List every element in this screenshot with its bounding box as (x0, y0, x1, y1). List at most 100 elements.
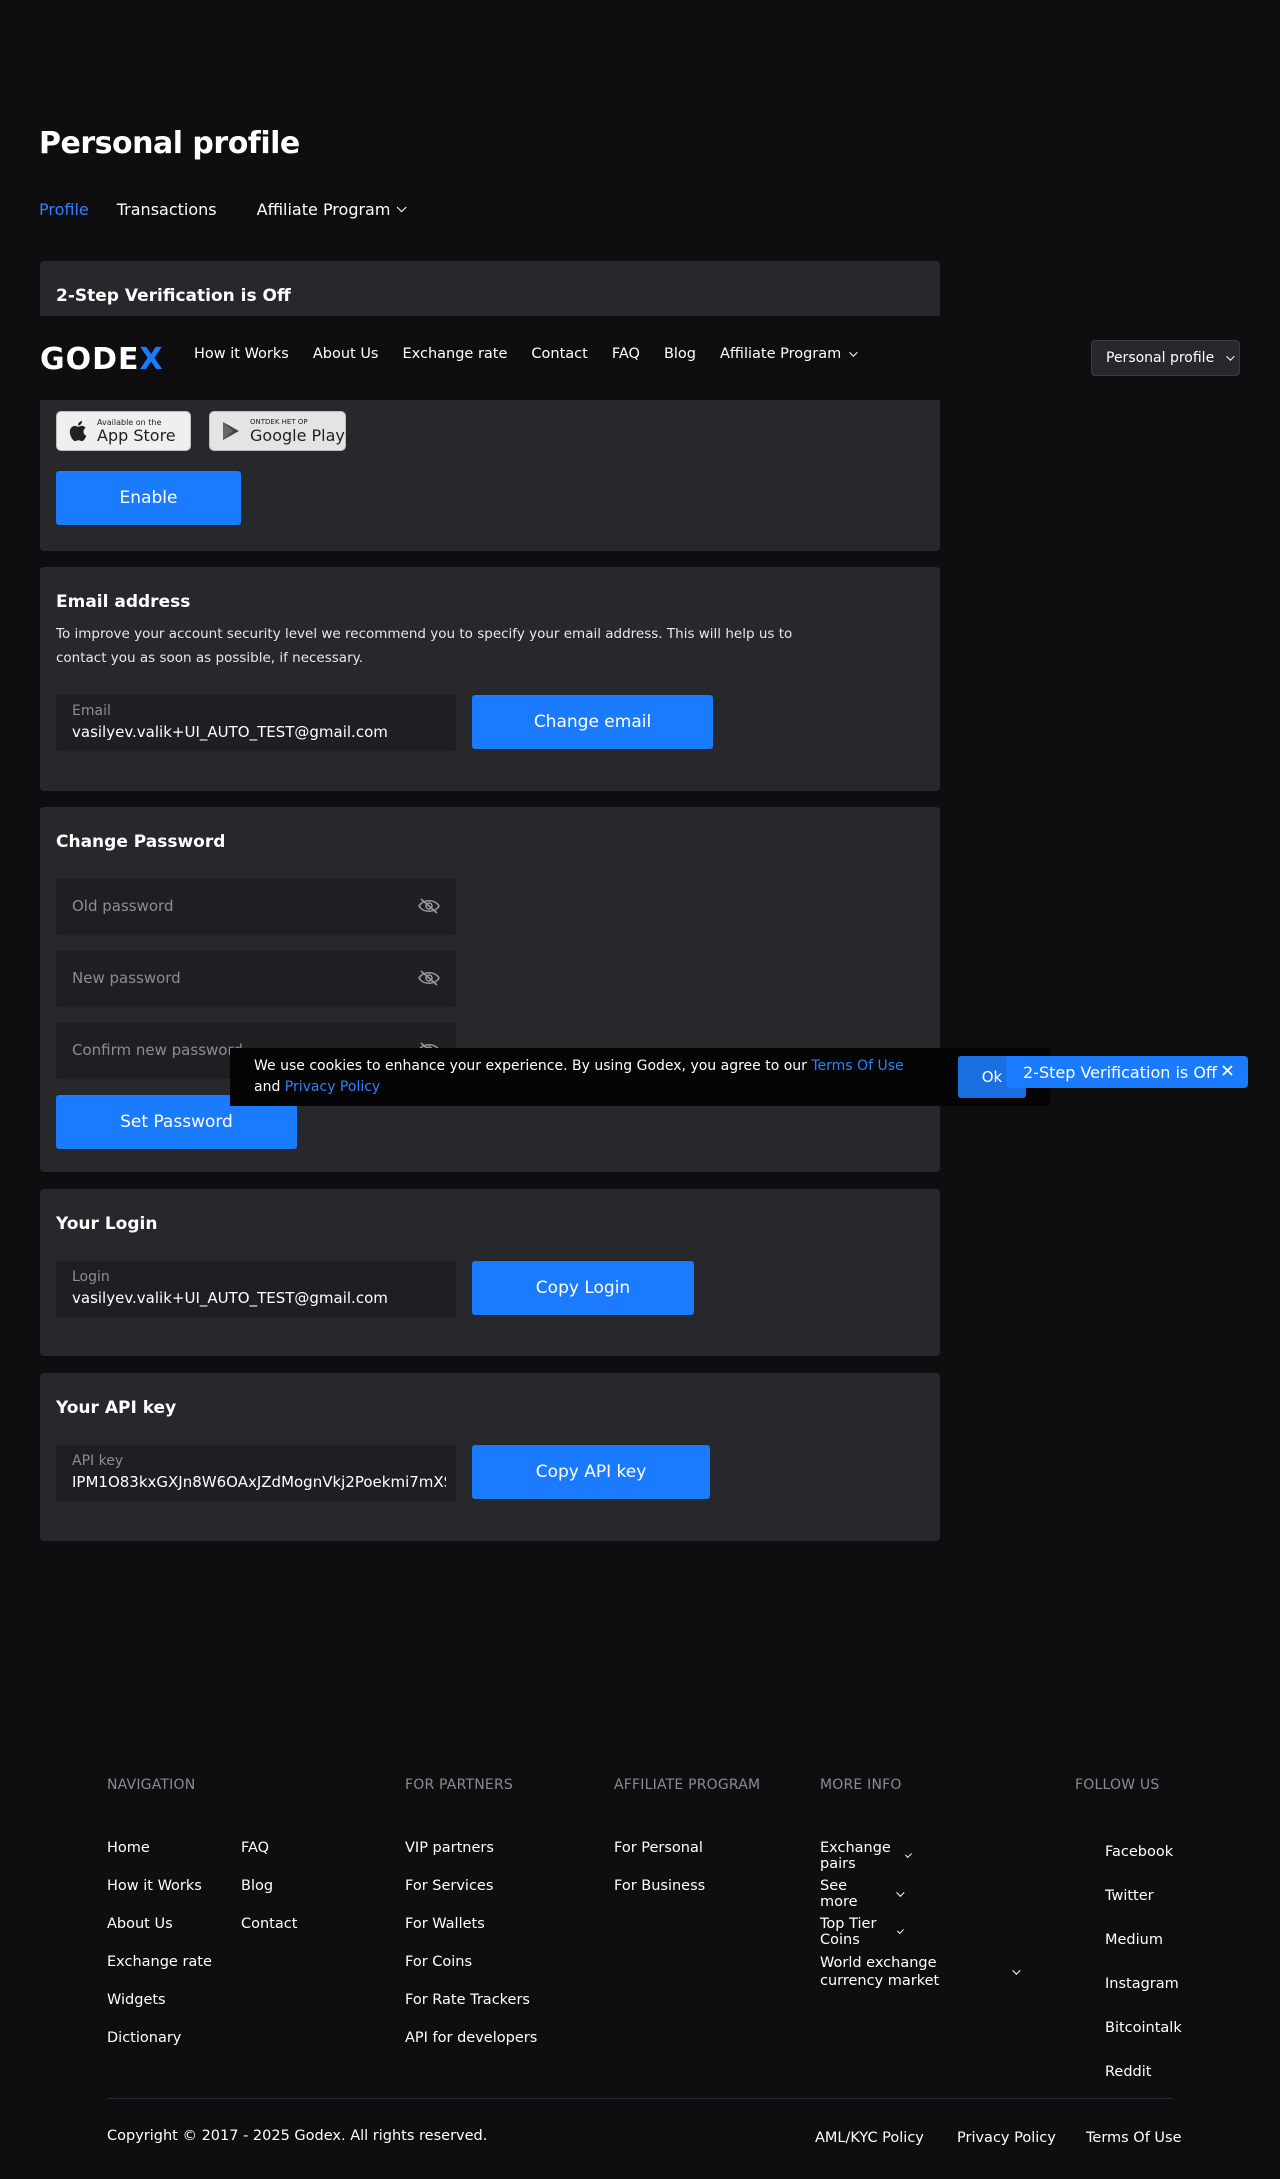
email-field[interactable]: Email vasilyev.valik+UI_AUTO_TEST@gmail.… (56, 695, 456, 751)
app-store-badge[interactable]: Available on the App Store (56, 411, 191, 451)
exchange-pairs-label: Exchange pairs (820, 1840, 891, 1872)
footer-link-for-rate-trackers[interactable]: For Rate Trackers (405, 1992, 530, 2008)
nav-exchange-rate[interactable]: Exchange rate (403, 346, 508, 362)
footer-link-api-developers[interactable]: API for developers (405, 2030, 537, 2046)
footer-follow-us: FOLLOW US Facebook Twitter Medium Instag… (1075, 1777, 1182, 2080)
footer-divider (107, 2098, 1173, 2099)
footer-link-dictionary[interactable]: Dictionary (107, 2030, 181, 2046)
footer-link-for-personal[interactable]: For Personal (614, 1840, 703, 1856)
footer-link-about-us[interactable]: About Us (107, 1916, 173, 1932)
chevron-down-icon (1012, 1966, 1021, 1975)
email-field-label: Email (72, 703, 111, 719)
profile-dropdown-label: Personal profile (1106, 350, 1215, 366)
footer-link-vip-partners[interactable]: VIP partners (405, 1840, 494, 1856)
login-field[interactable]: Login vasilyev.valik+UI_AUTO_TEST@gmail.… (56, 1261, 456, 1317)
nav-how-it-works[interactable]: How it Works (194, 346, 289, 362)
footer-link-facebook[interactable]: Facebook (1105, 1844, 1173, 1860)
api-key-field-value: IPM1O83kxGXJn8W6OAxJZdMognVkj2Poekmi7mXS… (72, 1473, 446, 1491)
cookie-terms-link[interactable]: Terms Of Use (811, 1058, 903, 1074)
world-exchange-label: World exchange currency market (820, 1955, 940, 1989)
nav-contact[interactable]: Contact (531, 346, 587, 362)
cookie-privacy-link[interactable]: Privacy Policy (285, 1079, 380, 1095)
change-password-card: Change Password Old password New passwor… (40, 807, 940, 1172)
chevron-down-icon (896, 1888, 905, 1897)
email-description: To improve your account security level w… (56, 626, 793, 666)
personal-profile-dropdown[interactable]: Personal profile (1091, 340, 1240, 376)
main-nav: How it Works About Us Exchange rate Cont… (194, 346, 879, 362)
footer-exchange-pairs-dropdown[interactable]: Exchange pairs (820, 1840, 912, 1872)
api-key-field[interactable]: API key IPM1O83kxGXJn8W6OAxJZdMognVkj2Po… (56, 1445, 456, 1501)
footer-partners-heading: FOR PARTNERS (405, 1777, 513, 1793)
confirm-password-placeholder: Confirm new password (72, 1041, 243, 1059)
cookie-text-main: We use cookies to enhance your experienc… (254, 1058, 812, 1074)
logo-main-text: GODE (40, 342, 140, 377)
footer-link-instagram[interactable]: Instagram (1105, 1976, 1179, 1992)
footer-follow-heading: FOLLOW US (1075, 1777, 1160, 1793)
api-key-title: Your API key (56, 1398, 177, 1418)
copy-api-key-button[interactable]: Copy API key (472, 1445, 710, 1499)
footer-link-aml-kyc[interactable]: AML/KYC Policy (815, 2130, 924, 2146)
google-play-big-text: Google Play (250, 426, 345, 445)
old-password-input[interactable]: Old password (56, 879, 456, 935)
close-icon[interactable] (1221, 1064, 1234, 1077)
godex-logo[interactable]: GODEX (40, 342, 164, 377)
nav-affiliate-program[interactable]: Affiliate Program (720, 346, 858, 362)
tab-affiliate-program[interactable]: Affiliate Program (257, 200, 408, 219)
new-password-input[interactable]: New password (56, 951, 456, 1007)
footer-link-faq[interactable]: FAQ (241, 1840, 269, 1856)
footer-more-info-heading: MORE INFO (820, 1777, 902, 1793)
api-key-card: Your API key API key IPM1O83kxGXJn8W6OAx… (40, 1373, 940, 1541)
two-step-title: 2-Step Verification is Off (56, 286, 291, 306)
site-header: GODEX How it Works About Us Exchange rat… (0, 316, 1280, 400)
cookie-text: We use cookies to enhance your experienc… (254, 1056, 934, 1098)
footer-link-contact[interactable]: Contact (241, 1916, 297, 1932)
footer-link-exchange-rate[interactable]: Exchange rate (107, 1954, 212, 1970)
eye-slash-icon[interactable] (418, 969, 440, 987)
nav-about-us[interactable]: About Us (313, 346, 379, 362)
login-field-value: vasilyev.valik+UI_AUTO_TEST@gmail.com (72, 1289, 388, 1307)
footer-link-how-it-works[interactable]: How it Works (107, 1878, 202, 1894)
tab-profile[interactable]: Profile (39, 200, 89, 219)
footer-link-for-business[interactable]: For Business (614, 1878, 705, 1894)
change-email-button[interactable]: Change email (472, 695, 713, 749)
footer-link-for-wallets[interactable]: For Wallets (405, 1916, 485, 1932)
enable-2fa-button[interactable]: Enable (56, 471, 241, 525)
google-play-badge[interactable]: ONTDEK HET OP Google Play (209, 411, 346, 451)
footer-link-home[interactable]: Home (107, 1840, 150, 1856)
nav-blog[interactable]: Blog (664, 346, 696, 362)
copy-login-button[interactable]: Copy Login (472, 1261, 694, 1315)
logo-accent-text: X (139, 342, 164, 377)
your-login-card: Your Login Login vasilyev.valik+UI_AUTO_… (40, 1189, 940, 1356)
google-play-icon (223, 422, 239, 440)
footer-link-privacy-policy[interactable]: Privacy Policy (957, 2130, 1056, 2146)
footer-link-for-services[interactable]: For Services (405, 1878, 493, 1894)
footer-link-medium[interactable]: Medium (1105, 1932, 1163, 1948)
footer-link-bitcointalk[interactable]: Bitcointalk (1105, 2020, 1182, 2036)
footer-link-blog[interactable]: Blog (241, 1878, 273, 1894)
login-field-label: Login (72, 1269, 110, 1285)
footer-see-more-dropdown[interactable]: See more (820, 1878, 905, 1910)
tab-transactions[interactable]: Transactions (117, 200, 217, 219)
footer-navigation: NAVIGATION Home How it Works About Us Ex… (107, 1777, 297, 2046)
footer-world-exchange-dropdown[interactable]: World exchange currency market (820, 1954, 1025, 1990)
footer-link-terms-of-use[interactable]: Terms Of Use (1086, 2130, 1182, 2146)
footer-link-reddit[interactable]: Reddit (1105, 2064, 1151, 2080)
nav-faq[interactable]: FAQ (612, 346, 640, 362)
footer-more-info: MORE INFO Exchange pairs See more Top Ti… (820, 1777, 1021, 1989)
footer-top-tier-coins-dropdown[interactable]: Top Tier Coins (820, 1916, 905, 1948)
eye-slash-icon[interactable] (418, 897, 440, 915)
footer-link-twitter[interactable]: Twitter (1105, 1888, 1154, 1904)
old-password-placeholder: Old password (72, 897, 174, 915)
footer-link-for-coins[interactable]: For Coins (405, 1954, 472, 1970)
footer-affiliate: AFFILIATE PROGRAM For Personal For Busin… (614, 1777, 761, 1894)
see-more-label: See more (820, 1878, 858, 1910)
footer-affiliate-heading: AFFILIATE PROGRAM (614, 1777, 761, 1793)
nav-affiliate-label: Affiliate Program (720, 346, 842, 362)
profile-tabs: Profile Transactions Affiliate Program (39, 200, 431, 219)
app-store-big-text: App Store (97, 426, 176, 445)
api-key-field-label: API key (72, 1453, 124, 1469)
two-step-toast: 2-Step Verification is Off (1006, 1056, 1248, 1088)
footer-link-widgets[interactable]: Widgets (107, 1992, 166, 2008)
chevron-down-icon (849, 348, 858, 357)
chevron-down-icon (904, 1850, 912, 1859)
